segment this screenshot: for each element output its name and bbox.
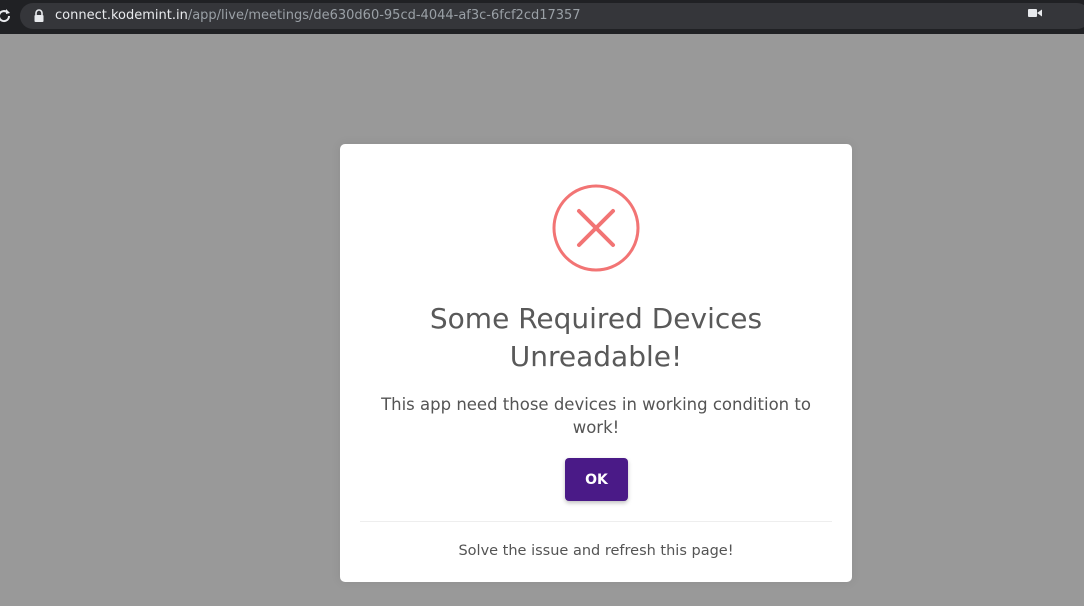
lock-icon[interactable] bbox=[33, 9, 45, 23]
error-x-circle-icon bbox=[552, 184, 640, 272]
dialog-title: Some Required Devices Unreadable! bbox=[429, 302, 763, 373]
url-domain: connect.kodemint.in bbox=[55, 8, 188, 23]
dialog-message: This app need those devices in working c… bbox=[381, 395, 811, 437]
address-bar[interactable]: connect.kodemint.in/app/live/meetings/de… bbox=[20, 3, 1084, 29]
url-text: connect.kodemint.in/app/live/meetings/de… bbox=[55, 7, 581, 25]
reload-icon[interactable] bbox=[0, 6, 14, 26]
ok-button[interactable]: OK bbox=[565, 458, 628, 501]
error-dialog: Some Required Devices Unreadable! This a… bbox=[340, 144, 852, 582]
dialog-footer: Solve the issue and refresh this page! bbox=[458, 543, 734, 559]
url-path: /app/live/meetings/de630d60-95cd-4044-af… bbox=[187, 8, 581, 23]
dialog-footer-divider bbox=[360, 521, 832, 522]
browser-toolbar: connect.kodemint.in/app/live/meetings/de… bbox=[0, 0, 1084, 34]
camera-icon[interactable] bbox=[1028, 8, 1042, 18]
